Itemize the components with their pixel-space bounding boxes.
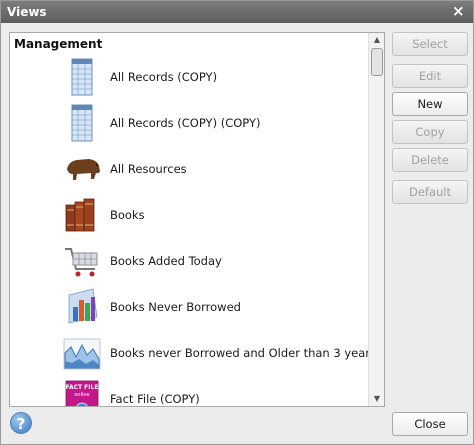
list-item[interactable]: All Records (COPY) (COPY): [10, 101, 368, 145]
books-icon: [65, 198, 95, 232]
bar-chart-icon: [68, 288, 98, 324]
list-item-label: All Records (COPY): [110, 70, 218, 84]
default-button[interactable]: Default: [392, 180, 468, 204]
views-dialog: Views × Management All Records (COPY) Al…: [0, 0, 474, 445]
dialog-title: Views: [7, 5, 47, 19]
list-item-label: Books Never Borrowed: [110, 300, 241, 314]
views-list[interactable]: Management All Records (COPY) All Record…: [9, 32, 385, 407]
list-item[interactable]: Books never Borrowed and Older than 3 ye…: [10, 331, 376, 375]
copy-button[interactable]: Copy: [392, 120, 468, 144]
fact-file-icon: FACT FILE online: [66, 380, 99, 406]
help-icon[interactable]: ?: [10, 412, 32, 434]
group-header: Management: [14, 37, 103, 51]
list-item-label: Books Added Today: [110, 254, 222, 268]
list-item[interactable]: All Records (COPY): [10, 55, 368, 99]
scroll-thumb[interactable]: [371, 48, 383, 76]
spreadsheet-icon: [71, 58, 93, 96]
fact-file-icon-subtitle: online: [74, 392, 89, 398]
new-button[interactable]: New: [392, 92, 468, 116]
list-item[interactable]: All Resources: [10, 147, 368, 191]
area-chart-icon: [63, 338, 101, 370]
dialog-titlebar[interactable]: Views ×: [1, 1, 473, 23]
list-item-label: All Records (COPY) (COPY): [110, 116, 261, 130]
list-item[interactable]: Books Added Today: [10, 239, 368, 283]
list-item[interactable]: FACT FILE online Fact File (COPY): [10, 377, 368, 406]
list-item-label: Books: [110, 208, 145, 222]
close-button[interactable]: Close: [392, 412, 468, 436]
close-icon[interactable]: ×: [452, 4, 465, 19]
scroll-down-arrow-icon[interactable]: ▼: [369, 392, 384, 406]
delete-button[interactable]: Delete: [392, 148, 468, 172]
list-item-label: Books never Borrowed and Older than 3 ye…: [110, 346, 376, 360]
list-item[interactable]: Books Never Borrowed: [10, 285, 368, 329]
spreadsheet-icon: [71, 104, 93, 142]
shopping-cart-icon: [65, 248, 98, 277]
bear-icon: [67, 159, 100, 180]
list-item-label: All Resources: [110, 162, 187, 176]
select-button[interactable]: Select: [392, 32, 468, 56]
edit-button[interactable]: Edit: [392, 64, 468, 88]
list-item-label: Fact File (COPY): [110, 392, 200, 406]
list-item[interactable]: Books: [10, 193, 368, 237]
scroll-up-arrow-icon[interactable]: ▲: [369, 33, 384, 47]
list-scrollbar[interactable]: ▲ ▼: [368, 33, 384, 406]
fact-file-icon-title: FACT FILE: [66, 384, 99, 391]
